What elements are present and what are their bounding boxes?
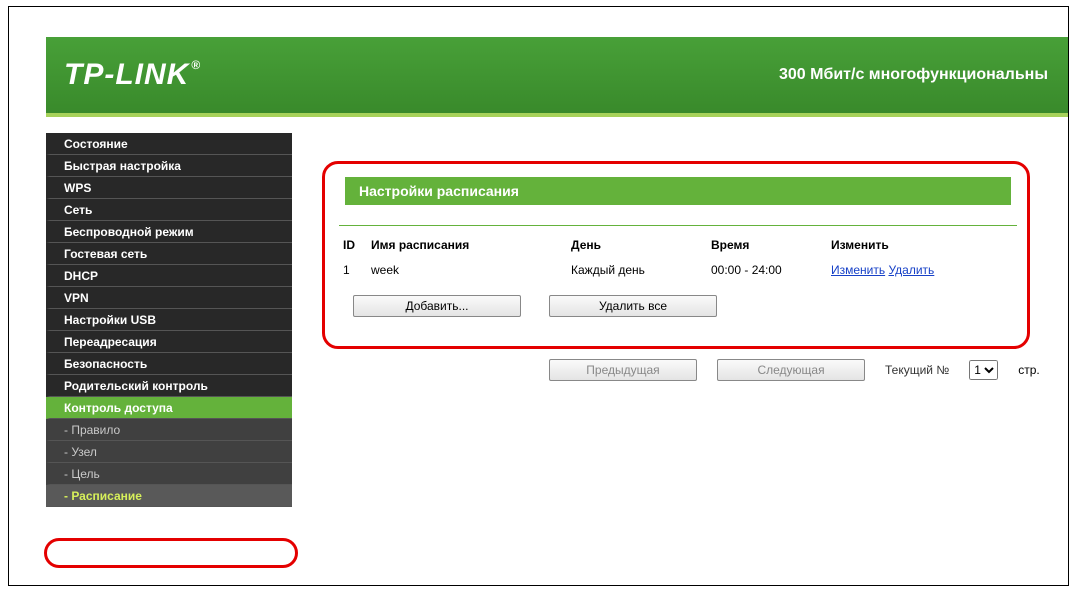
cell-id: 1 (339, 260, 367, 280)
sidebar-item-6[interactable]: DHCP (46, 265, 292, 287)
add-button[interactable]: Добавить... (353, 295, 521, 317)
header-title: 300 Мбит/с многофункциональны (779, 66, 1050, 84)
sidebar: СостояниеБыстрая настройкаWPSСетьБеспров… (46, 133, 292, 507)
brand-text: TP-LINK (64, 58, 189, 92)
sidebar-item-7[interactable]: VPN (46, 287, 292, 309)
edit-link[interactable]: Изменить (831, 263, 885, 277)
col-modify: Изменить (827, 235, 1017, 260)
sidebar-item-5[interactable]: Гостевая сеть (46, 243, 292, 265)
col-time: Время (707, 235, 827, 260)
panel-title: Настройки расписания (345, 177, 1011, 205)
sidebar-item-3[interactable]: Сеть (46, 199, 292, 221)
sidebar-item-16[interactable]: - Расписание (46, 485, 292, 507)
cell-name: week (367, 260, 567, 280)
sidebar-item-11[interactable]: Родительский контроль (46, 375, 292, 397)
brand-logo: TP-LINK ® (64, 58, 201, 92)
pager-current-label: Текущий № (885, 363, 949, 377)
page-select[interactable]: 1 (969, 360, 998, 380)
sidebar-item-12[interactable]: Контроль доступа (46, 397, 292, 419)
pager: Предыдущая Следующая Текущий № 1 стр. (549, 359, 1040, 381)
col-id: ID (339, 235, 367, 260)
sidebar-item-13[interactable]: - Правило (46, 419, 292, 441)
delete-all-button[interactable]: Удалить все (549, 295, 717, 317)
panel-button-row: Добавить... Удалить все (353, 295, 717, 317)
sidebar-item-8[interactable]: Настройки USB (46, 309, 292, 331)
sidebar-item-14[interactable]: - Узел (46, 441, 292, 463)
panel-divider (339, 225, 1017, 226)
panel-title-text: Настройки расписания (359, 183, 519, 199)
cell-day: Каждый день (567, 260, 707, 280)
sidebar-item-9[interactable]: Переадресация (46, 331, 292, 353)
sidebar-item-0[interactable]: Состояние (46, 133, 292, 155)
schedule-table: ID Имя расписания День Время Изменить 1 … (339, 235, 1017, 280)
next-page-button[interactable]: Следующая (717, 359, 865, 381)
header: TP-LINK ® 300 Мбит/с многофункциональны (46, 37, 1068, 117)
prev-page-button[interactable]: Предыдущая (549, 359, 697, 381)
col-name: Имя расписания (367, 235, 567, 260)
pager-suffix: стр. (1018, 363, 1040, 377)
table-row: 1 week Каждый день 00:00 - 24:00 Изменит… (339, 260, 1017, 280)
sidebar-item-2[interactable]: WPS (46, 177, 292, 199)
delete-link[interactable]: Удалить (888, 263, 934, 277)
sidebar-item-15[interactable]: - Цель (46, 463, 292, 485)
sidebar-item-10[interactable]: Безопасность (46, 353, 292, 375)
sidebar-item-1[interactable]: Быстрая настройка (46, 155, 292, 177)
sidebar-highlight (44, 538, 298, 568)
cell-time: 00:00 - 24:00 (707, 260, 827, 280)
col-day: День (567, 235, 707, 260)
app-frame: TP-LINK ® 300 Мбит/с многофункциональны … (8, 6, 1069, 586)
cell-actions: Изменить Удалить (827, 260, 1017, 280)
trademark-icon: ® (191, 58, 201, 72)
table-header-row: ID Имя расписания День Время Изменить (339, 235, 1017, 260)
sidebar-item-4[interactable]: Беспроводной режим (46, 221, 292, 243)
